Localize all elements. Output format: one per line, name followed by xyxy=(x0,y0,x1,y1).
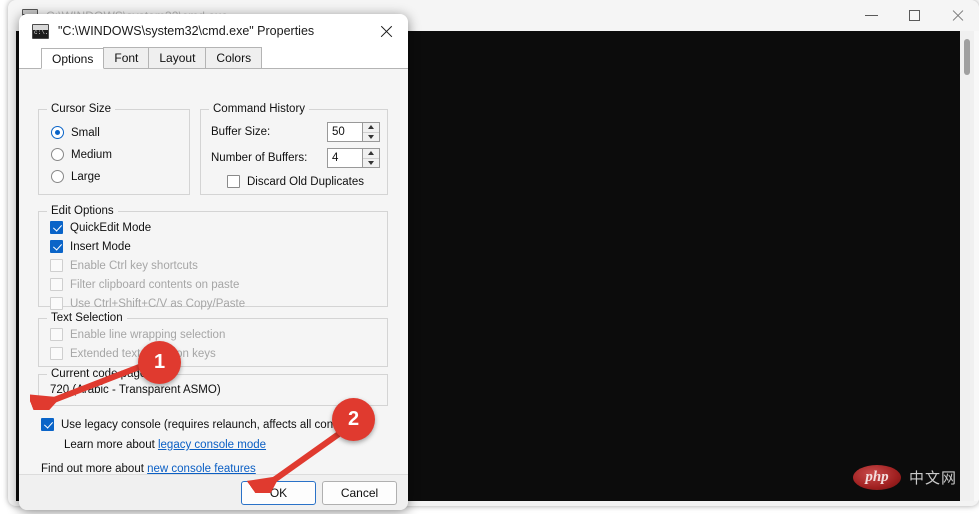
cancel-button[interactable]: Cancel xyxy=(322,481,397,505)
current-code-page-value: 720 (Arabic - Transparent ASMO) xyxy=(50,384,221,396)
stepper-up-button[interactable] xyxy=(363,123,379,133)
checkbox-icon xyxy=(50,347,63,360)
maximize-icon xyxy=(909,10,920,21)
radio-icon xyxy=(51,148,64,161)
watermark-logo: php xyxy=(852,465,901,490)
checkbox-label: Use legacy console (requires relaunch, a… xyxy=(61,418,364,431)
current-code-page-legend: Current code page xyxy=(47,368,151,380)
radio-cursor-small[interactable]: Small xyxy=(51,126,100,139)
stepper-down-button[interactable] xyxy=(363,133,379,142)
checkbox-label: Insert Mode xyxy=(70,240,131,253)
stepper-down-button[interactable] xyxy=(363,159,379,168)
tab-layout[interactable]: Layout xyxy=(148,47,207,68)
cursor-size-legend: Cursor Size xyxy=(47,103,116,115)
learn-more-line: Learn more about legacy console mode xyxy=(64,439,266,451)
chevron-down-icon xyxy=(368,160,374,165)
checkbox-enable-ctrl-key-shortcuts: Enable Ctrl key shortcuts xyxy=(50,259,198,272)
radio-cursor-large[interactable]: Large xyxy=(51,170,100,183)
checkbox-label: Use Ctrl+Shift+C/V as Copy/Paste xyxy=(70,297,246,310)
number-of-buffers-label: Number of Buffers: xyxy=(211,152,308,164)
radio-cursor-medium[interactable]: Medium xyxy=(51,148,112,161)
maximize-button[interactable] xyxy=(893,0,936,31)
close-icon xyxy=(952,10,964,22)
dialog-footer: OK Cancel xyxy=(19,475,408,510)
close-button[interactable] xyxy=(936,0,979,31)
tab-font[interactable]: Font xyxy=(103,47,150,68)
annotation-badge-1: 1 xyxy=(138,341,181,384)
checkbox-discard-old-duplicates[interactable]: Discard Old Duplicates xyxy=(227,175,364,188)
number-of-buffers-row: Number of Buffers: 4 xyxy=(211,148,381,168)
checkbox-icon xyxy=(50,221,63,234)
checkbox-icon xyxy=(50,297,63,310)
checkbox-label: QuickEdit Mode xyxy=(70,221,152,234)
find-out-more-line: Find out more about new console features xyxy=(41,463,256,475)
tab-options[interactable]: Options xyxy=(41,48,105,69)
checkbox-icon xyxy=(50,278,63,291)
radio-label: Medium xyxy=(71,148,112,161)
checkbox-label: Filter clipboard contents on paste xyxy=(70,278,240,291)
command-history-group: Command History Buffer Size: 50 Number o… xyxy=(200,103,388,195)
chevron-up-icon xyxy=(368,125,374,130)
cmd-window-controls xyxy=(850,0,979,31)
checkbox-label: Discard Old Duplicates xyxy=(247,175,364,188)
radio-label: Small xyxy=(71,126,100,139)
annotation-badge-2: 2 xyxy=(332,398,375,441)
radio-icon xyxy=(51,170,64,183)
legacy-console-mode-link[interactable]: legacy console mode xyxy=(158,439,266,451)
dialog-close-button[interactable] xyxy=(364,14,408,48)
console-right-gutter xyxy=(974,31,979,501)
checkbox-icon xyxy=(41,418,54,431)
checkbox-insert-mode[interactable]: Insert Mode xyxy=(50,240,131,253)
ok-button[interactable]: OK xyxy=(241,481,316,505)
watermark-site-text: 中文网 xyxy=(908,470,957,487)
watermark: php 中文网 xyxy=(852,465,957,490)
number-of-buffers-stepper[interactable] xyxy=(363,148,380,168)
dialog-title: "C:\WINDOWS\system32\cmd.exe" Properties xyxy=(58,24,315,38)
checkbox-label: Enable Ctrl key shortcuts xyxy=(70,259,198,272)
buffer-size-input[interactable]: 50 xyxy=(327,122,363,142)
buffer-size-label: Buffer Size: xyxy=(211,126,271,138)
edit-options-group: Edit Options QuickEdit Mode Insert Mode … xyxy=(38,205,388,310)
text-selection-group: Text Selection Enable line wrapping sele… xyxy=(38,312,388,367)
cursor-size-group: Cursor Size Small Medium Large xyxy=(38,103,190,195)
tab-colors[interactable]: Colors xyxy=(205,47,263,68)
screenshot-root: C:\WINDOWS\system32\cmd.exe Mi (c C: php… xyxy=(0,0,979,514)
stepper-up-button[interactable] xyxy=(363,149,379,159)
buffer-size-stepper[interactable] xyxy=(363,122,380,142)
minimize-button[interactable] xyxy=(850,0,893,31)
checkbox-use-legacy-console[interactable]: Use legacy console (requires relaunch, a… xyxy=(41,418,364,431)
buffer-size-row: Buffer Size: 50 xyxy=(211,122,381,142)
radio-icon xyxy=(51,126,64,139)
learn-more-prefix: Learn more about xyxy=(64,439,158,451)
checkbox-icon xyxy=(50,259,63,272)
dialog-titlebar[interactable]: "C:\WINDOWS\system32\cmd.exe" Properties xyxy=(19,14,408,48)
number-of-buffers-input[interactable]: 4 xyxy=(327,148,363,168)
new-console-features-link[interactable]: new console features xyxy=(147,463,256,475)
edit-options-legend: Edit Options xyxy=(47,205,118,217)
minimize-icon xyxy=(865,15,878,16)
chevron-up-icon xyxy=(368,151,374,156)
checkbox-enable-line-wrapping-selection: Enable line wrapping selection xyxy=(50,328,225,341)
chevron-down-icon xyxy=(368,134,374,139)
close-icon xyxy=(380,25,393,38)
console-icon xyxy=(32,23,49,39)
checkbox-icon xyxy=(50,328,63,341)
checkbox-filter-clipboard-contents-on-paste: Filter clipboard contents on paste xyxy=(50,278,239,291)
checkbox-icon xyxy=(227,175,240,188)
checkbox-quickedit-mode[interactable]: QuickEdit Mode xyxy=(50,221,151,234)
text-selection-legend: Text Selection xyxy=(47,312,127,324)
current-code-page-group: Current code page 720 (Arabic - Transpar… xyxy=(38,368,388,406)
dialog-tabstrip: Options Font Layout Colors xyxy=(19,47,408,69)
find-out-prefix: Find out more about xyxy=(41,463,148,475)
checkbox-use-ctrl-shift-cv-as-copy-paste: Use Ctrl+Shift+C/V as Copy/Paste xyxy=(50,297,245,310)
scrollbar-thumb[interactable] xyxy=(964,39,970,75)
console-scrollbar[interactable] xyxy=(960,31,974,501)
checkbox-extended-text-selection-keys: Extended text selection keys xyxy=(50,347,216,360)
radio-label: Large xyxy=(71,170,101,183)
checkbox-label: Enable line wrapping selection xyxy=(70,328,226,341)
checkbox-icon xyxy=(50,240,63,253)
command-history-legend: Command History xyxy=(209,103,310,115)
